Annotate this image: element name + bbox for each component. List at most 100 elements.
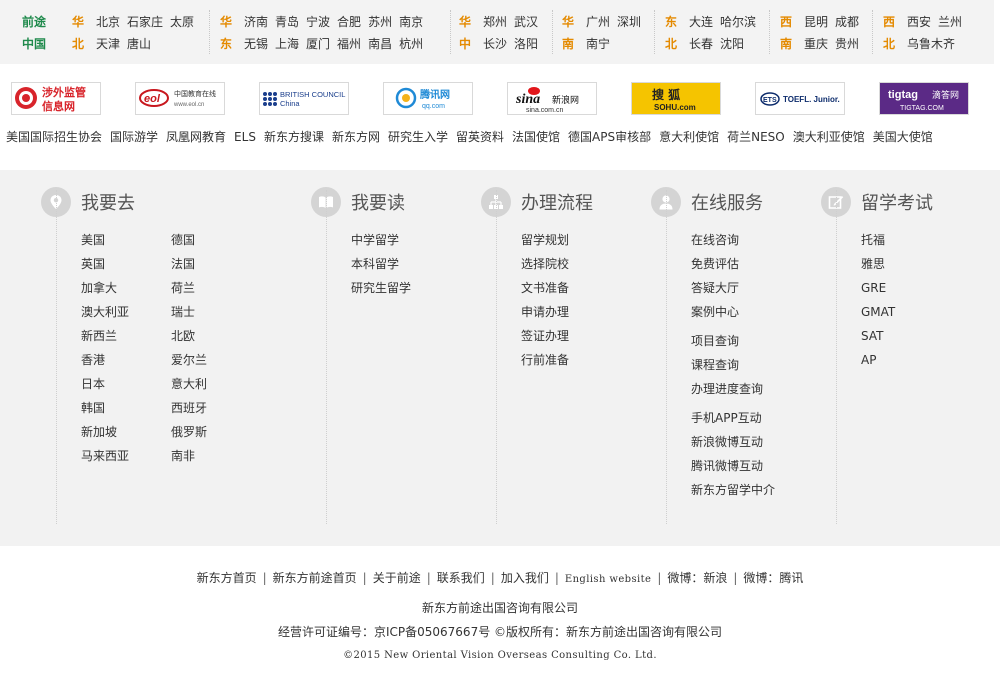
city-link[interactable]: 贵州	[835, 37, 859, 51]
city-link[interactable]: 南京	[399, 15, 423, 29]
nav-link[interactable]: 办理进度查询	[691, 377, 775, 401]
partner-link[interactable]: 美国大使馆	[873, 130, 933, 144]
nav-link[interactable]: 新西兰	[81, 324, 129, 348]
logo-eol[interactable]: eol 中国教育在线 www.eol.cn	[135, 82, 225, 115]
nav-link[interactable]: 加拿大	[81, 276, 129, 300]
logo-ets-toefl[interactable]: ETS TOEFL. Junior.	[755, 82, 845, 115]
nav-link[interactable]: 南非	[171, 444, 207, 468]
city-link[interactable]: 武汉	[514, 15, 538, 29]
nav-link[interactable]: 免费评估	[691, 252, 775, 276]
city-link[interactable]: 洛阳	[514, 37, 538, 51]
nav-link[interactable]: 行前准备	[521, 348, 569, 372]
nav-link[interactable]: 爱尔兰	[171, 348, 207, 372]
footer-link[interactable]: English website	[565, 574, 651, 585]
nav-link[interactable]: 研究生留学	[351, 276, 411, 300]
nav-link[interactable]: 课程查询	[691, 353, 775, 377]
footer-link[interactable]: 关于前途	[373, 571, 421, 585]
footer-link[interactable]: 微博：腾讯	[743, 571, 803, 585]
city-link[interactable]: 西安	[907, 15, 931, 29]
logo-sina[interactable]: sina 新浪网 sina.com.cn	[507, 82, 597, 115]
city-link[interactable]: 南宁	[586, 37, 610, 51]
footer-link[interactable]: 新东方首页	[197, 571, 257, 585]
city-link[interactable]: 济南	[244, 15, 268, 29]
nav-link[interactable]: 马来西亚	[81, 444, 129, 468]
city-link[interactable]: 深圳	[617, 15, 641, 29]
nav-link[interactable]: GMAT	[861, 300, 895, 324]
nav-link[interactable]: 香港	[81, 348, 129, 372]
nav-link[interactable]: 新加坡	[81, 420, 129, 444]
nav-link[interactable]: 瑞士	[171, 300, 207, 324]
nav-link[interactable]: 腾讯微博互动	[691, 454, 775, 478]
partner-link[interactable]: 研究生入学	[388, 130, 448, 144]
partner-link[interactable]: 意大利使馆	[659, 130, 719, 144]
partner-link[interactable]: 留英资料	[456, 130, 504, 144]
city-link[interactable]: 宁波	[306, 15, 330, 29]
city-link[interactable]: 大连	[689, 15, 713, 29]
city-link[interactable]: 长沙	[483, 37, 507, 51]
nav-link[interactable]: 澳大利亚	[81, 300, 129, 324]
city-link[interactable]: 苏州	[368, 15, 392, 29]
partner-link[interactable]: ELS	[234, 130, 256, 144]
nav-link[interactable]: 申请办理	[521, 300, 569, 324]
partner-link[interactable]: 法国使馆	[512, 130, 560, 144]
city-link[interactable]: 沈阳	[720, 37, 744, 51]
nav-link[interactable]: 韩国	[81, 396, 129, 420]
city-link[interactable]: 昆明	[804, 15, 828, 29]
city-link[interactable]: 兰州	[938, 15, 962, 29]
nav-link[interactable]: 日本	[81, 372, 129, 396]
footer-link[interactable]: 微博：新浪	[667, 571, 727, 585]
logo-shewai[interactable]: 涉外监管 信息网	[11, 82, 101, 115]
logo-tencent[interactable]: 腾讯网 qq.com	[383, 82, 473, 115]
nav-link[interactable]: 文书准备	[521, 276, 569, 300]
nav-link[interactable]: 德国	[171, 228, 207, 252]
nav-link[interactable]: GRE	[861, 276, 895, 300]
city-link[interactable]: 北京	[96, 15, 120, 29]
nav-link[interactable]: 案例中心	[691, 300, 775, 324]
city-link[interactable]: 广州	[586, 15, 610, 29]
nav-link[interactable]: 留学规划	[521, 228, 569, 252]
city-link[interactable]: 唐山	[127, 37, 151, 51]
city-link[interactable]: 杭州	[399, 37, 423, 51]
footer-link[interactable]: 加入我们	[501, 571, 549, 585]
partner-link[interactable]: 荷兰NESO	[727, 130, 785, 144]
logo-british-council[interactable]: BRITISH COUNCIL China	[259, 82, 349, 115]
city-link[interactable]: 成都	[835, 15, 859, 29]
footer-link[interactable]: 联系我们	[437, 571, 485, 585]
nav-link[interactable]: 新浪微博互动	[691, 430, 775, 454]
footer-link[interactable]: 新东方前途首页	[273, 571, 357, 585]
city-link[interactable]: 石家庄	[127, 15, 163, 29]
nav-link[interactable]: 项目查询	[691, 329, 775, 353]
partner-link[interactable]: 国际游学	[110, 130, 158, 144]
nav-link[interactable]: 雅思	[861, 252, 895, 276]
city-link[interactable]: 重庆	[804, 37, 828, 51]
city-link[interactable]: 青岛	[275, 15, 299, 29]
logo-sohu[interactable]: 搜 狐 SOHU.com	[631, 82, 721, 115]
nav-link[interactable]: 荷兰	[171, 276, 207, 300]
nav-link[interactable]: SAT	[861, 324, 895, 348]
partner-link[interactable]: 美国国际招生协会	[6, 130, 102, 144]
nav-link[interactable]: 法国	[171, 252, 207, 276]
nav-link[interactable]: 签证办理	[521, 324, 569, 348]
nav-link[interactable]: 中学留学	[351, 228, 411, 252]
city-link[interactable]: 南昌	[368, 37, 392, 51]
nav-link[interactable]: 北欧	[171, 324, 207, 348]
city-link[interactable]: 无锡	[244, 37, 268, 51]
nav-link[interactable]: 本科留学	[351, 252, 411, 276]
partner-link[interactable]: 新东方搜课	[264, 130, 324, 144]
city-link[interactable]: 上海	[275, 37, 299, 51]
partner-link[interactable]: 新东方网	[332, 130, 380, 144]
partner-link[interactable]: 澳大利亚使馆	[793, 130, 865, 144]
city-link[interactable]: 厦门	[306, 37, 330, 51]
city-link[interactable]: 天津	[96, 37, 120, 51]
city-link[interactable]: 长春	[689, 37, 713, 51]
nav-link[interactable]: 美国	[81, 228, 129, 252]
partner-link[interactable]: 凤凰网教育	[166, 130, 226, 144]
city-link[interactable]: 哈尔滨	[720, 15, 756, 29]
nav-link[interactable]: 在线咨询	[691, 228, 775, 252]
partner-link[interactable]: 德国APS审核部	[568, 130, 651, 144]
nav-link[interactable]: 俄罗斯	[171, 420, 207, 444]
nav-link[interactable]: 手机APP互动	[691, 406, 775, 430]
city-link[interactable]: 郑州	[483, 15, 507, 29]
nav-link[interactable]: 意大利	[171, 372, 207, 396]
nav-link[interactable]: 托福	[861, 228, 895, 252]
